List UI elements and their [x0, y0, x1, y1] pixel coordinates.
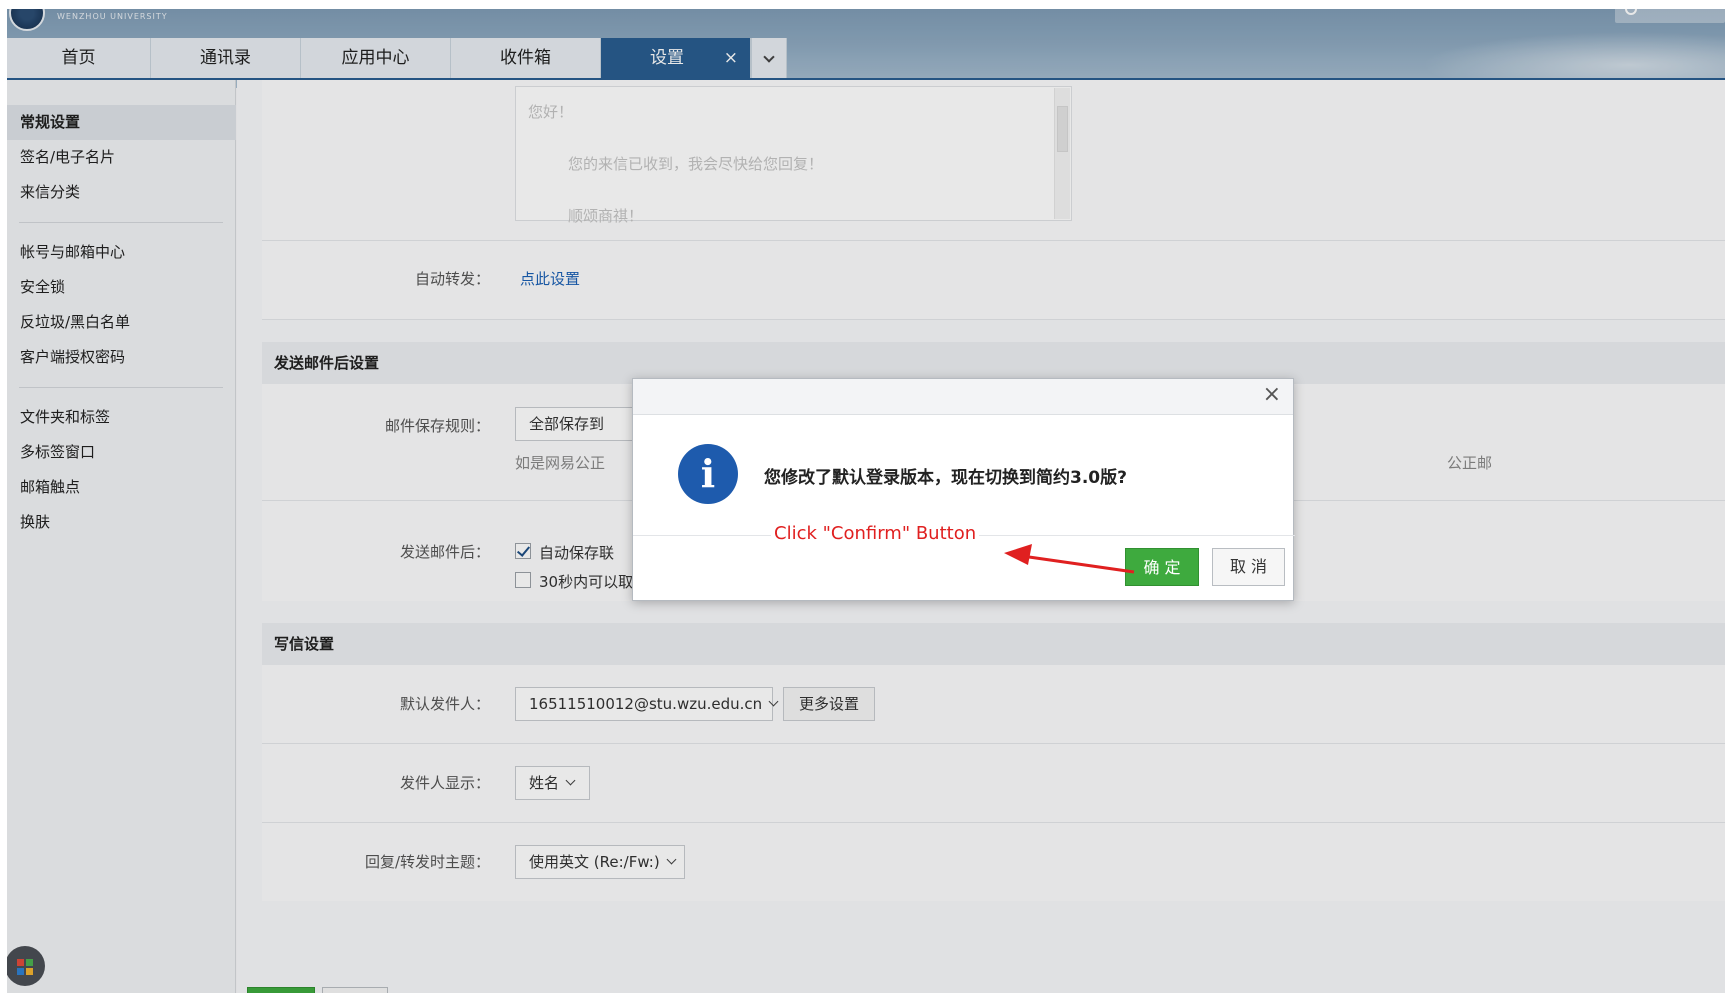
- confirm-button[interactable]: 确 定: [1125, 548, 1199, 586]
- dialog-message: 您修改了默认登录版本，现在切换到简约3.0版?: [764, 468, 1127, 488]
- cancel-button[interactable]: 取 消: [1212, 548, 1285, 586]
- switch-version-dialog: × i 您修改了默认登录版本，现在切换到简约3.0版? Click "Confi…: [632, 378, 1295, 601]
- annotation-text: Click "Confirm" Button: [771, 523, 980, 544]
- dialog-header: ×: [633, 379, 1293, 415]
- close-icon[interactable]: ×: [1263, 382, 1281, 407]
- info-icon: i: [678, 444, 738, 504]
